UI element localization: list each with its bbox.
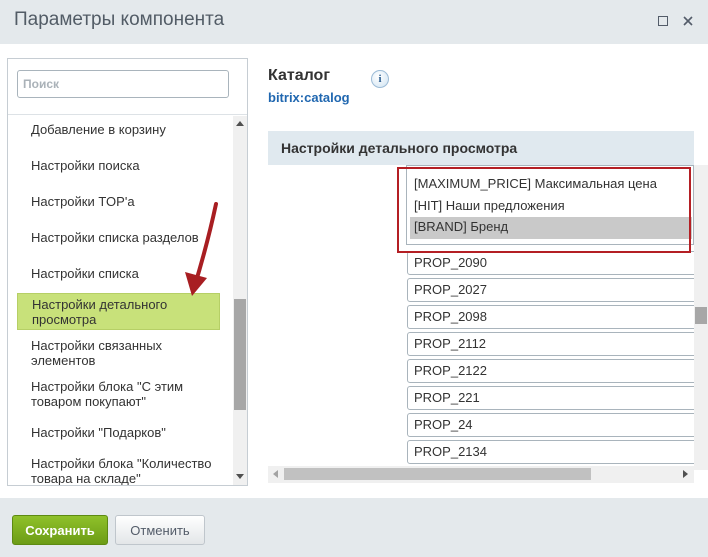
prop-field[interactable]: PROP_24 — [407, 413, 697, 437]
section-header: Настройки детального просмотра — [268, 131, 694, 165]
component-code: bitrix:catalog — [268, 90, 350, 105]
settings-form: [MAXIMUM_PRICE] Максимальная цена [HIT] … — [268, 165, 708, 485]
dialog-titlebar: Параметры компонента — [0, 0, 708, 44]
prop-field[interactable]: PROP_2098 — [407, 305, 697, 329]
scroll-right-icon[interactable] — [683, 470, 688, 478]
scrollbar-thumb[interactable] — [234, 299, 246, 410]
dialog-content: Добавление в корзину Настройки поиска На… — [0, 44, 708, 498]
component-title: Каталог — [268, 67, 330, 84]
properties-multiselect[interactable]: [MAXIMUM_PRICE] Максимальная цена [HIT] … — [406, 165, 694, 245]
dialog-footer: Сохранить Отменить — [0, 498, 708, 557]
select-option[interactable]: [MAXIMUM_PRICE] Максимальная цена — [410, 174, 692, 196]
search-area — [8, 59, 247, 115]
prop-field[interactable]: PROP_2090 — [407, 251, 697, 275]
sidebar-item-store-amount[interactable]: Настройки блока "Количество товара на ск… — [17, 456, 220, 485]
prop-field[interactable]: PROP_2112 — [407, 332, 697, 356]
prop-field[interactable]: PROP_2122 — [407, 359, 697, 383]
settings-vertical-scrollbar[interactable] — [694, 165, 708, 470]
prop-field[interactable]: PROP_2027 — [407, 278, 697, 302]
sidebar-item-search-settings[interactable]: Настройки поиска — [17, 158, 220, 173]
maximize-icon[interactable] — [656, 14, 670, 28]
prop-field[interactable]: PROP_221 — [407, 386, 697, 410]
scrollbar-thumb[interactable] — [284, 468, 591, 480]
search-input[interactable] — [17, 70, 229, 98]
sidebar-item-also-buy[interactable]: Настройки блока "С этим товаром покупают… — [17, 379, 220, 409]
select-option[interactable]: [HIT] Наши предложения — [410, 196, 692, 218]
prop-field[interactable]: PROP_2134 — [407, 440, 697, 464]
scroll-up-icon[interactable] — [236, 121, 244, 126]
scroll-down-icon[interactable] — [236, 474, 244, 479]
scroll-left-icon[interactable] — [273, 470, 278, 478]
cancel-button[interactable]: Отменить — [115, 515, 205, 545]
close-icon[interactable] — [681, 14, 695, 28]
save-button[interactable]: Сохранить — [12, 515, 108, 545]
sidebar-item-linked-elements[interactable]: Настройки связанных элементов — [17, 338, 220, 368]
sidebar-item-gifts[interactable]: Настройки "Подарков" — [17, 425, 220, 440]
select-option-selected[interactable]: [BRAND] Бренд — [410, 217, 692, 239]
sidebar-scrollbar[interactable] — [233, 116, 247, 485]
annotation-arrow-icon — [185, 202, 218, 296]
settings-horizontal-scrollbar[interactable] — [268, 466, 694, 483]
dialog-title: Параметры компонента — [14, 9, 225, 30]
scrollbar-thumb[interactable] — [695, 307, 707, 324]
info-icon[interactable]: i — [371, 70, 389, 88]
sidebar-item-add-to-basket[interactable]: Добавление в корзину — [17, 122, 220, 137]
